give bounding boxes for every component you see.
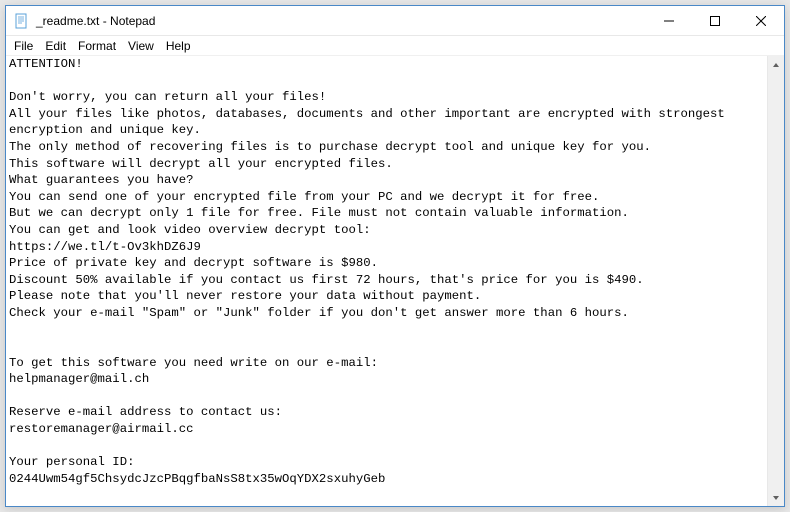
menubar: File Edit Format View Help	[6, 36, 784, 56]
maximize-button[interactable]	[692, 6, 738, 35]
window-controls	[646, 6, 784, 35]
close-button[interactable]	[738, 6, 784, 35]
menu-edit[interactable]: Edit	[39, 38, 72, 54]
notepad-window: _readme.txt - Notepad File Edit Format V…	[5, 5, 785, 507]
menu-help[interactable]: Help	[160, 38, 197, 54]
minimize-button[interactable]	[646, 6, 692, 35]
vertical-scrollbar[interactable]	[767, 56, 784, 506]
notepad-icon	[14, 13, 30, 29]
window-title: _readme.txt - Notepad	[36, 14, 646, 28]
titlebar[interactable]: _readme.txt - Notepad	[6, 6, 784, 36]
text-content[interactable]: ATTENTION! Don't worry, you can return a…	[6, 56, 767, 506]
scroll-track[interactable]	[768, 73, 784, 489]
menu-view[interactable]: View	[122, 38, 160, 54]
menu-format[interactable]: Format	[72, 38, 122, 54]
content-area: ATTENTION! Don't worry, you can return a…	[6, 56, 784, 506]
scroll-up-button[interactable]	[768, 56, 784, 73]
scroll-down-button[interactable]	[768, 489, 784, 506]
menu-file[interactable]: File	[8, 38, 39, 54]
